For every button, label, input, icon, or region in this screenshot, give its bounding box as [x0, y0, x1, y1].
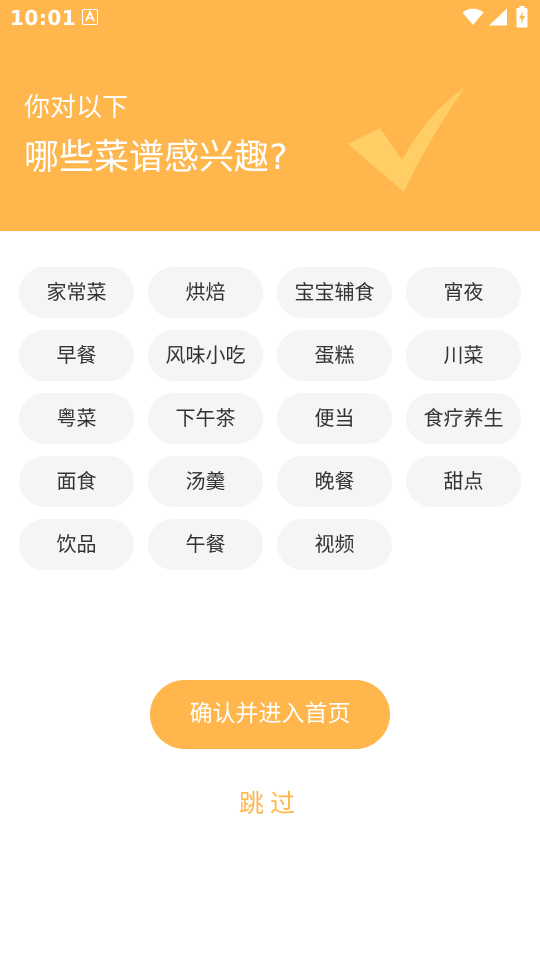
header-banner: 10:01 你对以下 哪些菜谱感兴趣?	[0, 0, 540, 231]
category-tag[interactable]: 饮品	[19, 519, 134, 570]
category-tag[interactable]: 烘焙	[148, 267, 263, 318]
category-tag[interactable]: 蛋糕	[277, 330, 392, 381]
status-time: 10:01	[10, 6, 77, 30]
skip-button[interactable]: 跳过	[170, 784, 370, 824]
category-tag[interactable]: 食疗养生	[406, 393, 521, 444]
header-subtitle: 你对以下	[24, 93, 129, 123]
battery-charging-icon	[516, 6, 528, 28]
category-tag[interactable]: 宵夜	[406, 267, 521, 318]
accessibility-notification-icon	[82, 9, 98, 25]
wifi-icon	[462, 8, 484, 25]
category-tag[interactable]: 午餐	[148, 519, 263, 570]
header-title: 哪些菜谱感兴趣?	[24, 138, 288, 178]
category-tag[interactable]: 粤菜	[19, 393, 134, 444]
category-tag[interactable]: 早餐	[19, 330, 134, 381]
checkmark-icon	[348, 88, 464, 192]
category-tag[interactable]: 下午茶	[148, 393, 263, 444]
category-tag[interactable]: 家常菜	[19, 267, 134, 318]
category-tag[interactable]: 便当	[277, 393, 392, 444]
category-tag[interactable]: 甜点	[406, 456, 521, 507]
category-tag[interactable]: 宝宝辅食	[277, 267, 392, 318]
status-bar: 10:01	[0, 0, 540, 36]
category-tag[interactable]: 风味小吃	[148, 330, 263, 381]
category-tag[interactable]: 面食	[19, 456, 134, 507]
category-tag[interactable]: 晚餐	[277, 456, 392, 507]
category-tag[interactable]: 汤羹	[148, 456, 263, 507]
category-tag[interactable]: 川菜	[406, 330, 521, 381]
cellular-signal-icon	[489, 8, 507, 26]
confirm-enter-home-button[interactable]: 确认并进入首页	[150, 680, 390, 749]
category-tag[interactable]: 视频	[277, 519, 392, 570]
